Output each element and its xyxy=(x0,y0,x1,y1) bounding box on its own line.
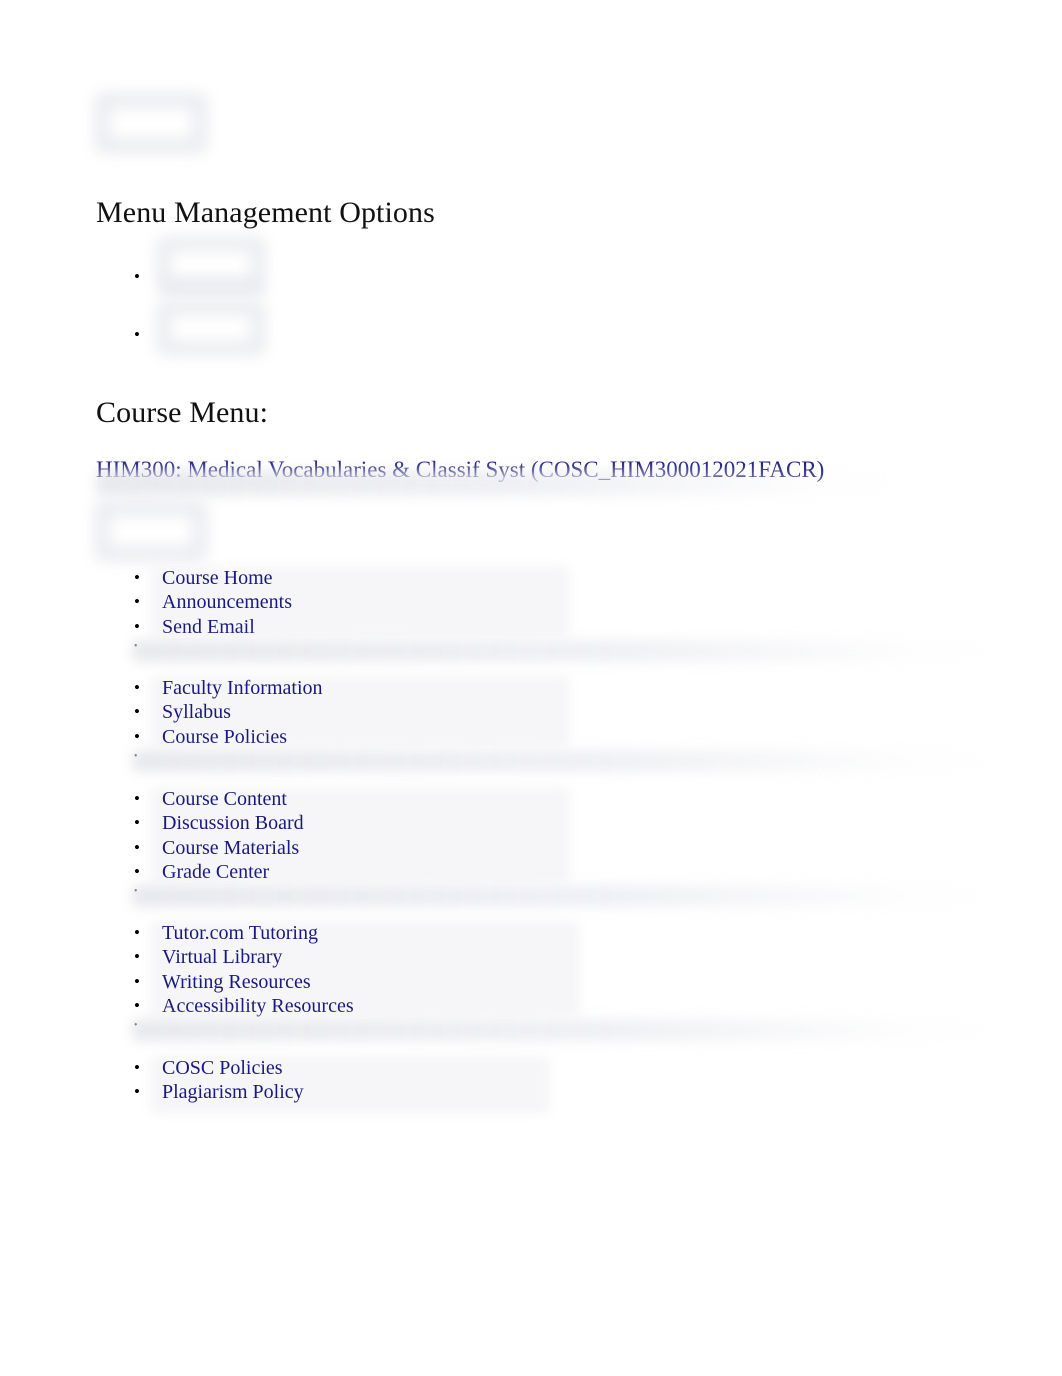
group-3-divider-redacted xyxy=(132,885,1020,907)
course-menu-item-announcements[interactable]: Announcements xyxy=(130,590,292,615)
course-menu-thumbnail-redacted xyxy=(94,500,208,562)
course-menu-item-grade-center[interactable]: Grade Center xyxy=(130,860,304,885)
course-menu-group-resources: Tutor.com Tutoring Virtual Library Writi… xyxy=(130,921,354,1034)
course-menu-item-discussion-board[interactable]: Discussion Board xyxy=(130,811,304,836)
course-menu-group-content: Course Content Discussion Board Course M… xyxy=(130,787,304,900)
course-menu-link[interactable]: Announcements xyxy=(162,591,292,613)
course-menu-link[interactable]: Course Materials xyxy=(162,837,299,859)
course-menu-link[interactable]: Syllabus xyxy=(162,701,231,723)
course-menu-item-virtual-library[interactable]: Virtual Library xyxy=(130,945,354,970)
option-thumbnail-2-redacted xyxy=(156,300,266,356)
course-menu-link[interactable]: Accessibility Resources xyxy=(162,995,354,1017)
page-title-menu-management: Menu Management Options xyxy=(96,196,435,229)
course-menu-item-accessibility-resources[interactable]: Accessibility Resources xyxy=(130,994,354,1019)
course-menu-item-plagiarism-policy[interactable]: Plagiarism Policy xyxy=(130,1080,304,1105)
group-4-divider-redacted xyxy=(132,1019,1020,1041)
top-toolbar-thumbnail-redacted xyxy=(94,92,208,154)
course-menu-group-policies: COSC Policies Plagiarism Policy xyxy=(130,1056,304,1105)
course-menu-item-faculty-information[interactable]: Faculty Information xyxy=(130,676,323,701)
course-menu-link[interactable]: Plagiarism Policy xyxy=(162,1081,304,1103)
course-menu-link[interactable]: Writing Resources xyxy=(162,971,311,993)
course-title-trailing-smudge-redacted xyxy=(96,470,916,496)
course-menu-item-course-content[interactable]: Course Content xyxy=(130,787,304,812)
course-menu-item-course-home[interactable]: Course Home xyxy=(130,566,292,591)
course-menu-item-cosc-policies[interactable]: COSC Policies xyxy=(130,1056,304,1081)
page-title-course-menu: Course Menu: xyxy=(96,396,269,429)
course-menu-link[interactable]: Faculty Information xyxy=(162,677,323,699)
course-menu-link[interactable]: Grade Center xyxy=(162,861,269,883)
course-menu-item-writing-resources[interactable]: Writing Resources xyxy=(130,970,354,995)
group-1-divider-redacted xyxy=(132,640,1020,662)
course-menu-item-tutor-com-tutoring[interactable]: Tutor.com Tutoring xyxy=(130,921,354,946)
course-menu-link[interactable]: Tutor.com Tutoring xyxy=(162,922,318,944)
document-page: Menu Management Options Course Menu: HIM… xyxy=(0,0,1062,1376)
course-menu-item-syllabus[interactable]: Syllabus xyxy=(130,700,323,725)
course-menu-item-course-materials[interactable]: Course Materials xyxy=(130,836,304,861)
course-menu-link[interactable]: Send Email xyxy=(162,616,255,638)
course-menu-link[interactable]: Course Content xyxy=(162,788,287,810)
course-menu-link[interactable]: Course Home xyxy=(162,567,273,589)
course-menu-link[interactable]: Virtual Library xyxy=(162,946,282,968)
course-menu-link[interactable]: COSC Policies xyxy=(162,1057,283,1079)
course-menu-link[interactable]: Course Policies xyxy=(162,726,287,748)
course-menu-item-send-email[interactable]: Send Email xyxy=(130,615,292,640)
option-thumbnail-divider-redacted xyxy=(160,283,264,295)
group-2-divider-redacted xyxy=(132,750,1020,772)
course-menu-item-course-policies[interactable]: Course Policies xyxy=(130,725,323,750)
course-menu-link[interactable]: Discussion Board xyxy=(162,812,304,834)
